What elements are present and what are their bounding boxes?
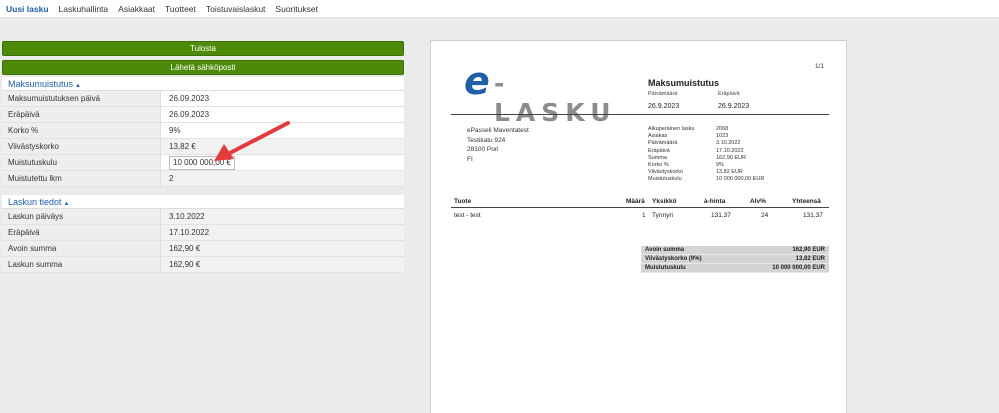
divider: [451, 207, 829, 208]
nav-uusi-lasku[interactable]: Uusi lasku: [6, 4, 49, 14]
row-label: Laskun summa: [2, 257, 161, 272]
col-price: à-hinta: [704, 198, 726, 205]
preview-date-value: 26.9.2023: [648, 103, 680, 110]
row-value: 162,90 €: [161, 257, 404, 272]
page-number: 1/1: [815, 63, 825, 70]
nav-suoritukset[interactable]: Suoritukset: [275, 4, 318, 14]
red-arrow-icon: [214, 121, 290, 161]
caret-up-icon: ▲: [63, 201, 70, 207]
caret-up-icon: ▲: [75, 83, 81, 89]
invoice-info-title: Laskun tiedot: [8, 197, 62, 207]
invoice-info-header[interactable]: Laskun tiedot ▲: [2, 195, 404, 209]
row-label: Viivästyskorko: [2, 139, 161, 154]
reminder-row-due: Eräpäivä 26.09.2023: [2, 107, 404, 123]
invoice-row-total: Laskun summa 162,90 €: [2, 257, 404, 273]
totals-row: Avoin summa 162,90 EUR: [641, 246, 829, 255]
preview-due-label: Eräpäivä: [718, 91, 740, 97]
line-product: test - test: [454, 212, 481, 219]
row-value: 3.10.2022: [161, 209, 404, 224]
left-panel: Tulosta Lähetä sähköposti Maksumuistutus…: [2, 41, 404, 273]
totals-row: Viivästyskorko (9%) 13,82 EUR: [641, 255, 829, 264]
nav-laskuhallinta[interactable]: Laskuhallinta: [59, 4, 109, 14]
line-unit: Tynnyri: [652, 212, 673, 219]
invoice-info-section: Laskun tiedot ▲ Laskun päiväys 3.10.2022 …: [2, 195, 404, 273]
reminder-section-title: Maksumuistutus: [8, 79, 74, 89]
reminder-section-header[interactable]: Maksumuistutus ▲: [2, 77, 404, 91]
invoice-row-due: Eräpäivä 17.10.2022: [2, 225, 404, 241]
reminder-row-fee: Muistutuskulu 10 000 000,00 €: [2, 155, 404, 171]
row-value: 17.10.2022: [161, 225, 404, 240]
col-vat: Alv%: [750, 198, 766, 205]
reminder-section: Maksumuistutus ▲ Maksumuistutuksen päivä …: [2, 77, 404, 187]
recipient-address: ePasseli Maventatest Testikatu 924 28100…: [467, 127, 529, 163]
row-label: Eräpäivä: [2, 107, 161, 122]
row-label: Avoin summa: [2, 241, 161, 256]
col-total: Yhteensä: [792, 198, 821, 205]
divider: [451, 114, 829, 115]
row-label: Korko %: [2, 123, 161, 138]
preview-date-label: Päivämäärä: [648, 91, 678, 97]
totals-row: Muistutuskulu 10 000 000,00 EUR: [641, 264, 829, 273]
invoice-row-open: Avoin summa 162,90 €: [2, 241, 404, 257]
nav-asiakkaat[interactable]: Asiakkaat: [118, 4, 155, 14]
totals-box: Avoin summa 162,90 EUR Viivästyskorko (9%…: [641, 246, 829, 273]
preview-due-value: 26.9.2023: [718, 103, 750, 110]
col-qty: Määrä: [626, 198, 645, 205]
col-product: Tuote: [454, 198, 472, 205]
row-label: Eräpäivä: [2, 225, 161, 240]
invoice-row-date: Laskun päiväys 3.10.2022: [2, 209, 404, 225]
row-label: Muistutettu lkm: [2, 171, 161, 186]
reminder-row-penalty: Viivästyskorko 13,82 €: [2, 139, 404, 155]
send-email-button[interactable]: Lähetä sähköposti: [2, 60, 404, 75]
nav-tuotteet[interactable]: Tuotteet: [165, 4, 196, 14]
line-total: 131,37: [803, 212, 823, 219]
print-button[interactable]: Tulosta: [2, 41, 404, 56]
nav-toistuvaislaskut[interactable]: Toistuvaislaskut: [206, 4, 266, 14]
line-qty: 1: [642, 212, 646, 219]
reminder-row-count: Muistutettu lkm 2: [2, 171, 404, 187]
row-label: Laskun päiväys: [2, 209, 161, 224]
row-label: Maksumuistutuksen päivä: [2, 91, 161, 106]
line-price: 131,37: [711, 212, 731, 219]
col-unit: Yksikkö: [652, 198, 677, 205]
elasku-logo: e -LASKU: [464, 59, 617, 127]
reminder-count-value: 2: [161, 171, 404, 186]
preview-title: Maksumuistutus: [648, 78, 720, 88]
row-label: Muistutuskulu: [2, 155, 161, 170]
reminder-row-date: Maksumuistutuksen päivä 26.09.2023: [2, 91, 404, 107]
reminder-row-interest: Korko % 9%: [2, 123, 404, 139]
invoice-preview: 1/1 e -LASKU Maksumuistutus Päivämäärä Er…: [430, 40, 847, 413]
line-vat: 24: [761, 212, 769, 219]
top-nav: Uusi lasku Laskuhallinta Asiakkaat Tuott…: [0, 0, 999, 18]
invoice-meta: Alkuperäinen lasku 2068 Asiakas 1023 Päivä…: [648, 126, 765, 183]
reminder-date-input[interactable]: 26.09.2023: [161, 91, 404, 106]
row-value: 162,90 €: [161, 241, 404, 256]
